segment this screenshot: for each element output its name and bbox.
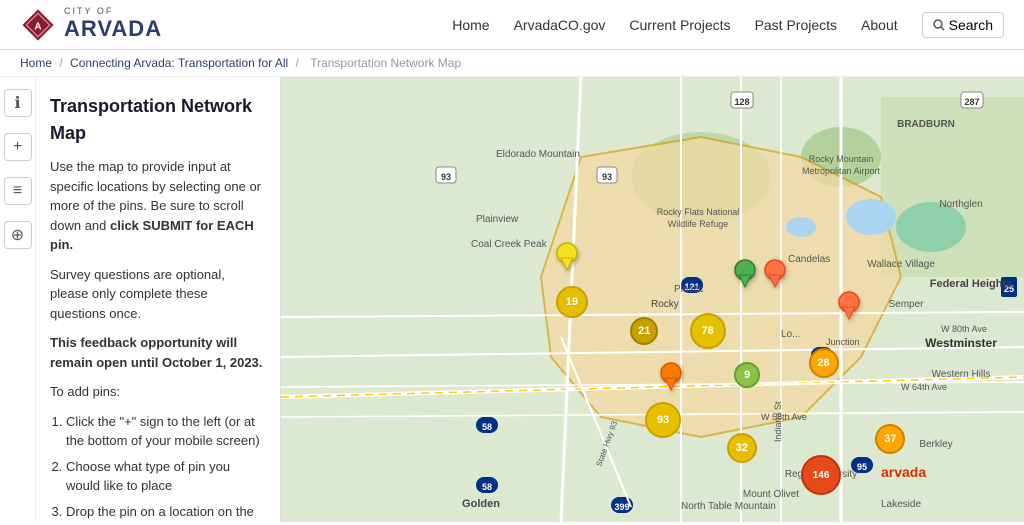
- svg-text:Wildlife Refuge: Wildlife Refuge: [668, 219, 729, 229]
- svg-text:W 64th Ave: W 64th Ave: [901, 382, 947, 392]
- svg-text:Eldorado Mountain: Eldorado Mountain: [496, 149, 580, 160]
- svg-text:Indiana St: Indiana St: [773, 401, 783, 442]
- search-button[interactable]: Search: [922, 12, 1004, 38]
- main-layout: ℹ + ≡ ⊕ Transportation Network Map Use t…: [0, 77, 1024, 522]
- cluster-93[interactable]: 93: [645, 402, 681, 438]
- svg-text:Golden: Golden: [462, 498, 500, 510]
- svg-text:58: 58: [482, 422, 492, 432]
- svg-text:North Table Mountain: North Table Mountain: [681, 501, 776, 512]
- svg-text:95: 95: [857, 462, 867, 472]
- svg-text:Mount Olivet: Mount Olivet: [743, 489, 799, 500]
- svg-text:Semper: Semper: [888, 299, 924, 310]
- pin-red-2[interactable]: [838, 291, 860, 324]
- map-svg: 93 93 121 121 58 58 399 95 287 128: [281, 77, 1024, 522]
- svg-text:Junction: Junction: [826, 337, 860, 347]
- intro-text: Use the map to provide input at specific…: [50, 157, 266, 255]
- logo-name-label: ARVADA: [64, 17, 162, 41]
- svg-text:arvada: arvada: [881, 464, 926, 480]
- svg-text:Metropolitan Airport: Metropolitan Airport: [802, 166, 881, 176]
- cluster-32[interactable]: 32: [727, 433, 757, 463]
- svg-text:93: 93: [602, 172, 612, 182]
- cluster-78[interactable]: 78: [690, 313, 726, 349]
- date-notice: This feedback opportunity will remain op…: [50, 333, 266, 372]
- nav-arvadaco[interactable]: ArvadaCO.gov: [514, 17, 606, 33]
- filter-button[interactable]: ≡: [4, 177, 32, 205]
- logo-text: CITY OF ARVADA: [64, 7, 162, 41]
- nav-home[interactable]: Home: [452, 17, 489, 33]
- info-button[interactable]: ℹ: [4, 89, 32, 117]
- svg-text:Wallace Village: Wallace Village: [867, 259, 935, 270]
- step-3: Drop the pin on a location on the map to…: [66, 502, 266, 523]
- breadcrumb-sep1: /: [59, 56, 66, 70]
- svg-text:Northglen: Northglen: [939, 199, 982, 210]
- svg-text:58: 58: [482, 482, 492, 492]
- pin-yellow[interactable]: [556, 242, 578, 275]
- svg-text:Candelas: Candelas: [788, 254, 830, 265]
- cluster-19[interactable]: 19: [556, 286, 588, 318]
- svg-text:Federal Heights: Federal Heights: [930, 278, 1013, 290]
- svg-text:399: 399: [614, 502, 629, 512]
- nav-past-projects[interactable]: Past Projects: [755, 17, 837, 33]
- steps-list: Click the "+" sign to the left (or at th…: [50, 412, 266, 523]
- breadcrumb-current: Transportation Network Map: [310, 56, 461, 70]
- pin-red-1[interactable]: [764, 259, 786, 292]
- pin-green[interactable]: [734, 259, 756, 292]
- survey-note: Survey questions are optional, please on…: [50, 265, 266, 324]
- svg-text:Coal Creek Peak: Coal Creek Peak: [471, 239, 548, 250]
- svg-text:Berkley: Berkley: [919, 439, 952, 450]
- svg-text:A: A: [34, 21, 41, 32]
- svg-text:Plastic: Plastic: [674, 284, 703, 295]
- header: A CITY OF ARVADA Home ArvadaCO.gov Curre…: [0, 0, 1024, 50]
- svg-text:128: 128: [734, 97, 749, 107]
- svg-text:Westminster: Westminster: [925, 336, 997, 350]
- nav-about[interactable]: About: [861, 17, 898, 33]
- breadcrumb-sep2: /: [296, 56, 303, 70]
- breadcrumb-home[interactable]: Home: [20, 56, 52, 70]
- pin-orange[interactable]: [660, 362, 682, 395]
- svg-text:Plainview: Plainview: [476, 214, 519, 225]
- breadcrumb-connecting[interactable]: Connecting Arvada: Transportation for Al…: [70, 56, 288, 70]
- map-area[interactable]: 93 93 121 121 58 58 399 95 287 128: [281, 77, 1024, 522]
- svg-text:Rocky Flats National: Rocky Flats National: [657, 207, 740, 217]
- svg-text:Western Hills: Western Hills: [932, 369, 991, 380]
- cluster-9[interactable]: 9: [734, 362, 760, 388]
- logo-area: A CITY OF ARVADA: [20, 7, 162, 43]
- main-nav: Home ArvadaCO.gov Current Projects Past …: [452, 12, 1004, 38]
- cluster-28[interactable]: 28: [809, 348, 839, 378]
- step-2: Choose what type of pin you would like t…: [66, 457, 266, 496]
- logo-icon: A: [20, 7, 56, 43]
- page-title: Transportation Network Map: [50, 93, 266, 147]
- svg-text:93: 93: [441, 172, 451, 182]
- breadcrumb: Home / Connecting Arvada: Transportation…: [0, 50, 1024, 77]
- svg-text:Lo...: Lo...: [781, 329, 800, 340]
- svg-text:Rocky Mountain: Rocky Mountain: [809, 154, 874, 164]
- svg-text:BRADBURN: BRADBURN: [897, 119, 955, 130]
- svg-text:287: 287: [964, 97, 979, 107]
- svg-text:W 80th Ave: W 80th Ave: [941, 324, 987, 334]
- svg-text:Rocky: Rocky: [651, 299, 679, 310]
- search-icon: [933, 19, 945, 31]
- step-1: Click the "+" sign to the left (or at th…: [66, 412, 266, 451]
- add-pin-button[interactable]: +: [4, 133, 32, 161]
- add-pins-label: To add pins:: [50, 382, 266, 402]
- svg-text:Lakeside: Lakeside: [881, 499, 921, 510]
- content-panel: Transportation Network Map Use the map t…: [36, 77, 281, 522]
- nav-current-projects[interactable]: Current Projects: [629, 17, 730, 33]
- svg-text:W 58th Ave: W 58th Ave: [761, 412, 807, 422]
- sidebar-icons: ℹ + ≡ ⊕: [0, 77, 36, 522]
- location-button[interactable]: ⊕: [4, 221, 32, 249]
